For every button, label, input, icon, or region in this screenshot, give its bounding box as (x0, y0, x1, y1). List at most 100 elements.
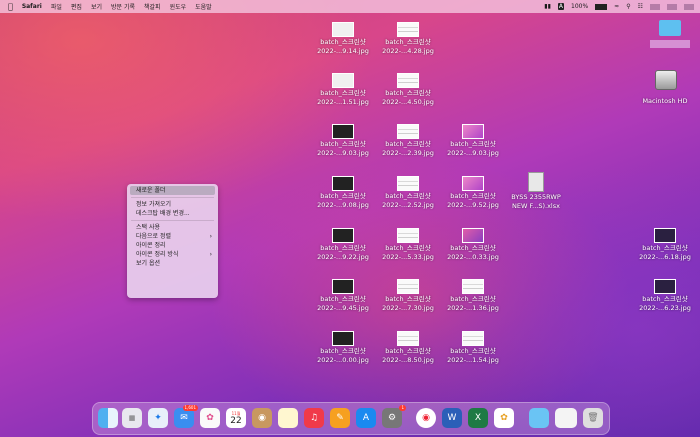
settings-badge: 1 (399, 405, 406, 411)
notes-icon[interactable] (278, 408, 298, 428)
desktop-context-menu: 새로운 폴더 정보 가져오기 데스크탑 배경 변경... 스택 사용 다음으로 … (127, 184, 218, 298)
image-thumbnail-icon (332, 124, 354, 139)
menu-item-clean-up-by[interactable]: 아이콘 정리 방식 › (127, 250, 218, 259)
spreadsheet-file-icon (528, 172, 544, 192)
trash-icon[interactable]: 🗑 (583, 408, 603, 428)
wifi-icon[interactable]: ≈ (614, 3, 619, 10)
apple-menu-icon[interactable]:  (8, 2, 13, 11)
image-thumbnail-icon (397, 73, 419, 88)
desktop-file[interactable]: batch_스크린샷 2022-...4.50.jpg (376, 73, 440, 106)
image-thumbnail-icon (462, 331, 484, 346)
menu-bar:  Safari 파일 편집 보기 방문 기록 책갈피 윈도우 도움말 ▮▮ A… (0, 0, 700, 13)
image-thumbnail-icon (332, 279, 354, 294)
desktop-file[interactable]: batch_스크린샷 2022-...9.52.jpg (441, 176, 505, 209)
system-preferences-icon[interactable]: ⚙ 1 (382, 405, 406, 428)
desktop-file[interactable]: batch_스크린샷 2022-...7.30.jpg (376, 279, 440, 312)
battery-percent[interactable]: 100% (571, 3, 588, 10)
menu-edit[interactable]: 편집 (71, 2, 82, 11)
menu-item-sort-by[interactable]: 다음으로 정렬 › (127, 232, 218, 241)
image-thumbnail-icon (332, 73, 354, 88)
desktop-file[interactable]: batch_스크린샷 2022-...6.23.jpg (633, 279, 697, 312)
desktop-file[interactable]: batch_스크린샷 2022-...2.52.jpg (376, 176, 440, 209)
image-thumbnail-icon (462, 228, 484, 243)
menu-item-get-info[interactable]: 정보 가져오기 (127, 200, 218, 209)
desktop-file[interactable]: batch_스크린샷 2022-...8.50.jpg (376, 331, 440, 364)
desktop-file[interactable]: batch_스크린샷 2022-...1.51.jpg (311, 73, 375, 106)
image-thumbnail-icon (654, 279, 676, 294)
desktop-file[interactable]: batch_스크린샷 2022-...9.03.jpg (441, 124, 505, 157)
launchpad-icon[interactable]: ▦ (122, 408, 142, 428)
image-thumbnail-icon (397, 331, 419, 346)
hard-drive-icon[interactable] (655, 70, 677, 90)
menu-history[interactable]: 방문 기록 (111, 2, 135, 11)
folder-icon[interactable] (529, 408, 549, 428)
desktop-file[interactable]: batch_스크린샷 2022-...4.28.jpg (376, 22, 440, 55)
menu-item-clean-up[interactable]: 아이콘 정리 (127, 241, 218, 250)
mail-badge: 1,601 (182, 405, 198, 411)
menu-window[interactable]: 윈도우 (170, 2, 187, 11)
menu-file[interactable]: 파일 (51, 2, 62, 11)
search-icon[interactable]: ⚲ (626, 3, 630, 10)
pause-icon[interactable]: ▮▮ (544, 3, 551, 10)
battery-icon[interactable] (595, 3, 608, 10)
desktop-file[interactable]: batch_스크린샷 2022-...0.33.jpg (441, 228, 505, 261)
desktop-file[interactable]: batch_스크린샷 2022-...9.08.jpg (311, 176, 375, 209)
input-source-icon[interactable]: A (557, 3, 565, 10)
chevron-right-icon: › (209, 251, 212, 258)
excel-icon[interactable]: X (468, 408, 488, 428)
desktop-file[interactable]: batch_스크린샷 2022-...9.03.jpg (311, 124, 375, 157)
image-thumbnail-icon (462, 124, 484, 139)
image-thumbnail-icon (397, 279, 419, 294)
desktop-file[interactable]: batch_스크린샷 2022-...9.45.jpg (311, 279, 375, 312)
menu-item-change-background[interactable]: 데스크탑 배경 변경... (127, 209, 218, 218)
desktop-file[interactable]: batch_스크린샷 2022-...1.36.jpg (441, 279, 505, 312)
desktop-file[interactable]: batch_스크린샷 2022-...6.18.jpg (633, 228, 697, 261)
menu-app-safari[interactable]: Safari (22, 3, 42, 10)
control-center-icon[interactable]: ☷ (638, 3, 643, 10)
desktop-file[interactable]: BYSS 2355RWP NEW F...S).xlsx (503, 172, 569, 210)
menu-item-use-stacks[interactable]: 스택 사용 (127, 223, 218, 232)
app-store-icon[interactable]: A (356, 408, 376, 428)
menu-separator (131, 197, 214, 198)
desktop-file[interactable]: batch_스크린샷 2022-...2.39.jpg (376, 124, 440, 157)
menu-item-new-folder[interactable]: 새로운 폴더 (130, 186, 215, 195)
calendar-day: 22 (230, 415, 242, 426)
desktop-file[interactable]: batch_스크린샷 2022-...9.22.jpg (311, 228, 375, 261)
redacted-area (667, 3, 677, 10)
desktop-file[interactable]: batch_스크린샷 2022-...1.54.jpg (441, 331, 505, 364)
desktop-file[interactable]: batch_스크린샷 2022-...0.00.jpg (311, 331, 375, 364)
redacted-folder-name (650, 40, 690, 48)
chevron-right-icon: › (209, 233, 212, 240)
safari-icon[interactable]: ✦ (148, 408, 168, 428)
image-thumbnail-icon (332, 176, 354, 191)
image-thumbnail-icon (397, 124, 419, 139)
image-thumbnail-icon (654, 228, 676, 243)
menu-view[interactable]: 보기 (91, 2, 102, 11)
menu-bookmarks[interactable]: 책갈피 (144, 2, 161, 11)
app-icon[interactable]: ✿ (494, 408, 514, 428)
contacts-icon[interactable]: ◉ (252, 408, 272, 428)
desktop[interactable]:  Safari 파일 편집 보기 방문 기록 책갈피 윈도우 도움말 ▮▮ A… (0, 0, 700, 437)
image-thumbnail-icon (332, 22, 354, 37)
image-thumbnail-icon (462, 279, 484, 294)
chrome-icon[interactable]: ◉ (416, 408, 436, 428)
photos-icon[interactable]: ✿ (200, 408, 220, 428)
image-thumbnail-icon (397, 22, 419, 37)
downloads-stack-icon[interactable] (555, 408, 577, 428)
dock: ▦ ✦ ✉ 1,601 ✿ 11월 22 ◉ ♫ ✎ A ⚙ 1 ◉ W X ✿ 🗑 (92, 402, 610, 435)
folder-icon[interactable] (659, 20, 681, 36)
desktop-file[interactable]: batch_스크린샷 2022-...5.33.jpg (376, 228, 440, 261)
image-thumbnail-icon (397, 176, 419, 191)
music-icon[interactable]: ♫ (304, 408, 324, 428)
desktop-file[interactable]: batch_스크린샷 2022-...9.14.jpg (311, 22, 375, 55)
pages-icon[interactable]: ✎ (330, 408, 350, 428)
menu-separator (131, 220, 214, 221)
calendar-icon[interactable]: 11월 22 (226, 408, 246, 428)
word-icon[interactable]: W (442, 408, 462, 428)
menu-help[interactable]: 도움말 (195, 2, 212, 11)
finder-icon[interactable] (98, 408, 118, 428)
image-thumbnail-icon (397, 228, 419, 243)
drive-label[interactable]: Macintosh HD (630, 97, 700, 105)
menu-item-view-options[interactable]: 보기 옵션 (127, 259, 218, 268)
mail-icon[interactable]: ✉ 1,601 (174, 405, 198, 428)
